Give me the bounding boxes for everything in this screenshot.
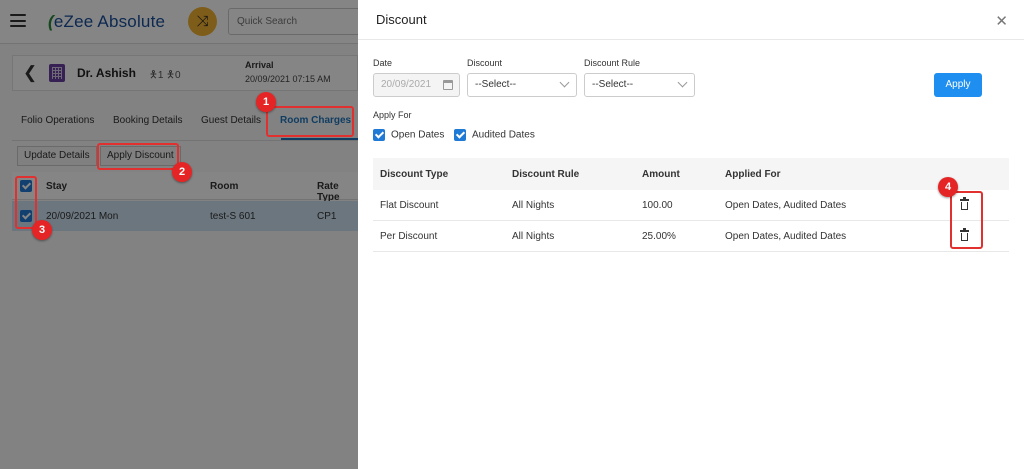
chevron-down-icon (559, 77, 570, 88)
amount-cell: 25.00% (642, 231, 676, 242)
date-field: 20/09/2021 (373, 73, 460, 97)
audited-dates-checkbox[interactable] (454, 129, 466, 141)
applied-for-cell: Open Dates, Audited Dates (725, 231, 847, 242)
modal-backdrop[interactable] (0, 0, 358, 469)
open-dates-label: Open Dates (391, 129, 445, 141)
panel-title: Discount (376, 12, 427, 27)
discount-type-cell: Flat Discount (380, 200, 439, 211)
chevron-down-icon (677, 77, 688, 88)
table-row: Per Discount All Nights 25.00% Open Date… (373, 221, 1009, 252)
discount-rule-label: Discount Rule (584, 58, 641, 68)
date-value: 20/09/2021 (381, 79, 432, 90)
column-header: Amount (642, 169, 680, 180)
callout-box-apply-discount (97, 143, 179, 170)
callout-box-room-charges (266, 106, 354, 137)
discount-rule-cell: All Nights (512, 231, 555, 242)
callout-box-checkboxes (15, 176, 37, 229)
callout-badge: 4 (938, 177, 958, 197)
discount-rule-select[interactable]: --Select-- (584, 73, 695, 97)
amount-cell: 100.00 (642, 200, 673, 211)
discount-panel: Discount ✕ Date 20/09/2021 Discount --Se… (358, 0, 1024, 469)
callout-box-delete (950, 191, 983, 249)
date-label: Date (373, 58, 393, 68)
applied-for-cell: Open Dates, Audited Dates (725, 200, 847, 211)
discount-rule-select-value: --Select-- (592, 79, 634, 90)
column-header: Applied For (725, 169, 781, 180)
table-row: Flat Discount All Nights 100.00 Open Dat… (373, 190, 1009, 221)
open-dates-option[interactable]: Open Dates (373, 129, 444, 141)
discount-select[interactable]: --Select-- (467, 73, 577, 97)
apply-for-label: Apply For (373, 110, 412, 120)
discount-rule-cell: All Nights (512, 200, 555, 211)
discount-type-cell: Per Discount (380, 231, 438, 242)
discount-label: Discount (467, 58, 503, 68)
close-icon[interactable]: ✕ (995, 12, 1008, 30)
open-dates-checkbox[interactable] (373, 129, 385, 141)
column-header: Discount Type (380, 169, 449, 180)
callout-badge: 3 (32, 220, 52, 240)
callout-badge: 1 (256, 92, 276, 112)
discount-table-header: Discount Type Discount Rule Amount Appli… (373, 158, 1009, 190)
panel-header: Discount ✕ (358, 0, 1024, 40)
discount-select-value: --Select-- (475, 79, 517, 90)
callout-badge: 2 (172, 162, 192, 182)
apply-button[interactable]: Apply (934, 73, 982, 97)
audited-dates-option[interactable]: Audited Dates (454, 129, 535, 141)
calendar-icon (443, 80, 453, 90)
column-header: Discount Rule (512, 169, 580, 180)
audited-dates-label: Audited Dates (472, 129, 535, 141)
